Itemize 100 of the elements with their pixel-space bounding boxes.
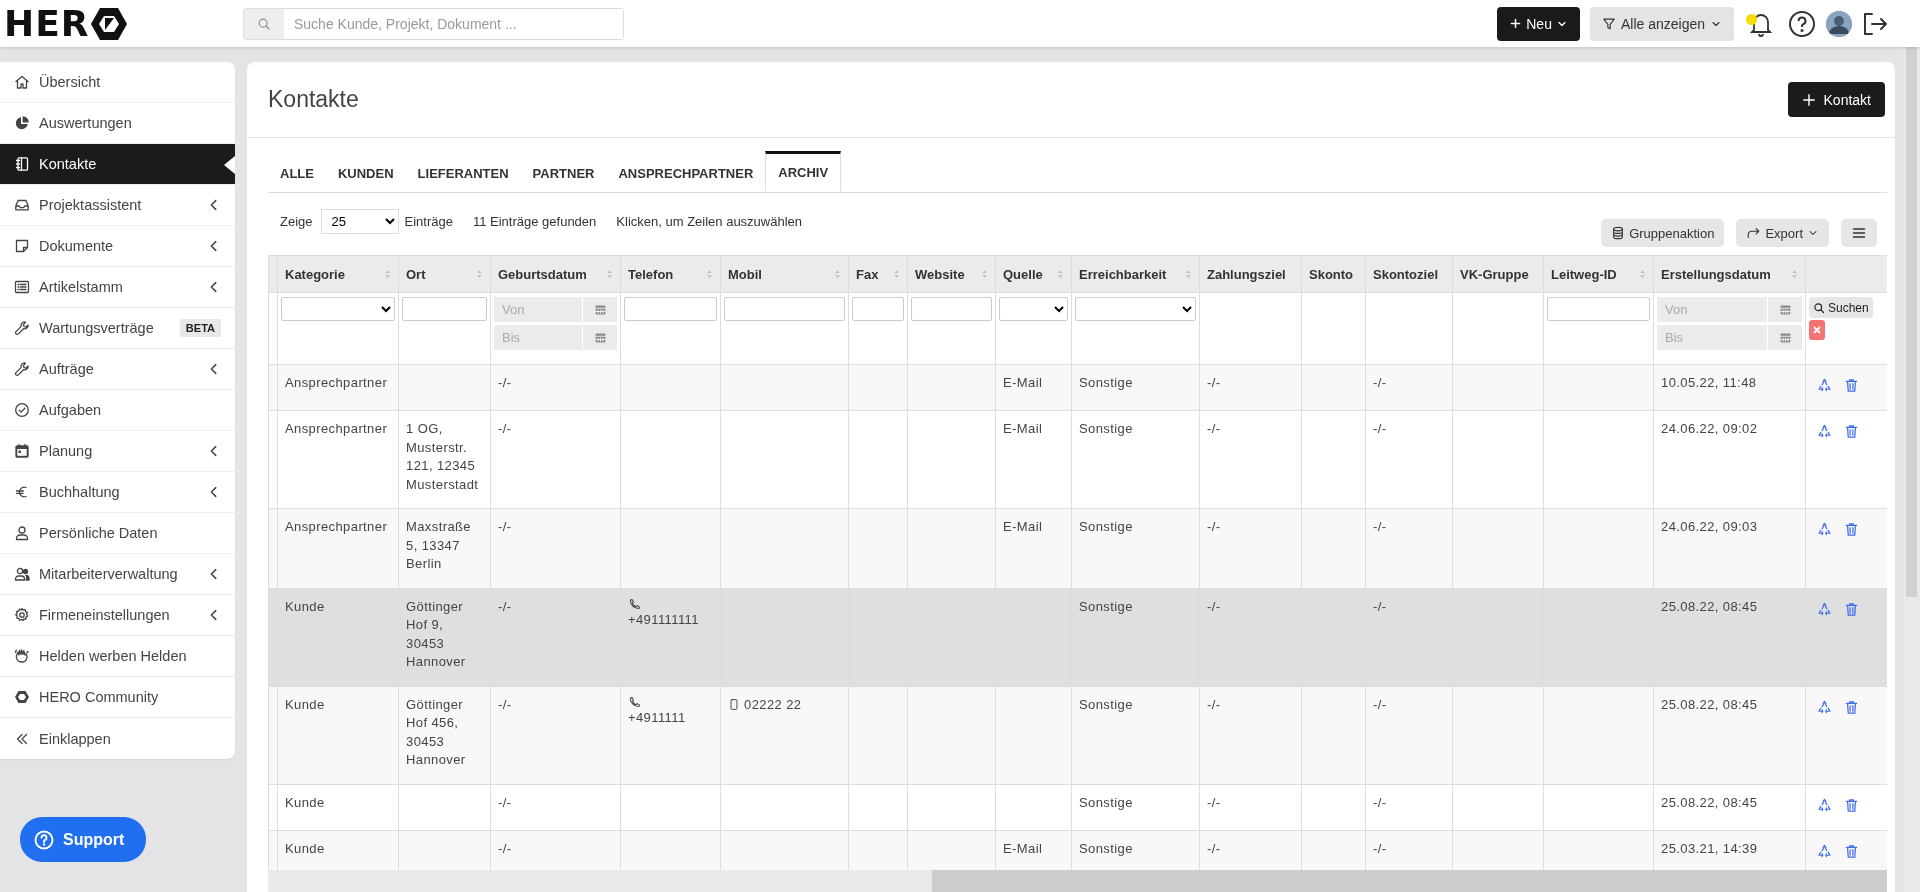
sidebar-item[interactable]: Übersicht [0, 62, 235, 103]
sort-icon[interactable] [383, 267, 392, 281]
menu-button[interactable] [1841, 219, 1877, 247]
sidebar-item[interactable]: HERO Community [0, 677, 235, 718]
sidebar-item[interactable]: Helden werben Helden [0, 636, 235, 677]
clear-filter-button[interactable] [1809, 320, 1825, 340]
sort-icon[interactable] [1638, 267, 1647, 281]
filter-field[interactable] [624, 297, 717, 321]
sidebar-item[interactable]: Aufgaben [0, 390, 235, 431]
filter-field[interactable] [402, 297, 487, 321]
column-header[interactable]: Telefon [620, 255, 721, 293]
sort-icon[interactable] [833, 267, 842, 281]
sort-icon[interactable] [705, 267, 714, 281]
scrollbar[interactable] [268, 870, 1887, 892]
sidebar-item[interactable]: Firmeneinstellungen [0, 595, 235, 636]
delete-button[interactable] [1844, 699, 1859, 715]
filter-field[interactable] [1547, 297, 1650, 321]
date-field[interactable]: Bis [494, 325, 582, 350]
wrench-icon [14, 361, 30, 377]
sidebar-item[interactable]: Persönliche Daten [0, 513, 235, 554]
sort-icon[interactable] [980, 267, 989, 281]
filter-field[interactable] [911, 297, 992, 321]
results-count: 11 Einträge gefunden [472, 214, 597, 229]
column-header[interactable]: Website [907, 255, 996, 293]
filter-dropdown[interactable] [281, 297, 395, 321]
column-header[interactable]: Leitweg-ID [1543, 255, 1654, 293]
sort-icon[interactable] [605, 267, 614, 281]
tab[interactable]: ALLE [268, 151, 326, 192]
search-icon [257, 16, 271, 31]
column-header[interactable]: Mobil [720, 255, 849, 293]
inbox-icon [14, 197, 30, 213]
sidebar-item[interactable]: Kontakte [0, 144, 235, 185]
export-button[interactable]: Export [1736, 219, 1829, 247]
new-button[interactable]: Neu [1497, 6, 1580, 41]
sort-icon[interactable] [1056, 267, 1065, 281]
filter-button[interactable]: Alle anzeigen [1589, 6, 1734, 41]
date-field[interactable]: Bis [1657, 325, 1767, 350]
logo-icon [14, 689, 30, 705]
filter-icon [1601, 16, 1616, 31]
restore-button[interactable] [1817, 378, 1832, 393]
table-cell: Sonstige [1071, 364, 1200, 411]
delete-button[interactable] [1844, 601, 1859, 617]
column-header[interactable]: Fax [848, 255, 908, 293]
column-header[interactable]: Erstellungsdatum [1653, 255, 1806, 293]
avatar-icon[interactable] [1826, 10, 1852, 37]
filter-field[interactable] [852, 297, 904, 321]
search-button[interactable]: Suchen [1809, 297, 1873, 318]
sidebar-item[interactable]: Artikelstamm [0, 267, 235, 308]
search-field[interactable]: Suche Kunde, Projekt, Dokument ... [243, 7, 624, 40]
filter-dropdown[interactable] [999, 297, 1068, 321]
date-field[interactable]: Von [494, 297, 582, 322]
support-button[interactable]: Support [20, 817, 147, 862]
scrollbar[interactable] [1903, 47, 1920, 892]
sidebar-item[interactable]: Dokumente [0, 226, 235, 267]
column-header[interactable]: Ort [398, 255, 491, 293]
sort-icon[interactable] [1184, 267, 1193, 281]
delete-button[interactable] [1844, 378, 1859, 393]
tab[interactable]: LIEFERANTEN [405, 151, 521, 192]
sidebar-item[interactable]: Aufträge [0, 349, 235, 390]
calendar-icon [593, 303, 607, 316]
sort-icon[interactable] [475, 267, 484, 281]
restore-button[interactable] [1817, 843, 1832, 859]
restore-button[interactable] [1817, 797, 1832, 813]
logout-icon[interactable] [1862, 11, 1888, 36]
delete-button[interactable] [1844, 797, 1859, 813]
tab[interactable]: PARTNER [520, 151, 607, 192]
filter-dropdown[interactable] [1075, 297, 1196, 321]
column-header[interactable]: Geburtsdatum [490, 255, 621, 293]
add-contact-button[interactable]: Kontakt [1787, 82, 1885, 117]
sort-icon[interactable] [892, 267, 901, 281]
restore-button[interactable] [1817, 601, 1832, 617]
tab[interactable]: ANSPRECHPARTNER [606, 151, 766, 192]
trash-icon [1844, 378, 1859, 393]
group-action-button[interactable]: Gruppenaktion [1601, 219, 1725, 247]
restore-button[interactable] [1817, 424, 1832, 439]
sidebar-item[interactable]: Buchhaltung [0, 472, 235, 513]
sidebar-item[interactable]: Projektassistent [0, 185, 235, 226]
recycle-icon [1817, 424, 1832, 439]
column-header[interactable]: Quelle [995, 255, 1072, 293]
euro-icon [14, 484, 30, 500]
restore-button[interactable] [1817, 522, 1832, 537]
page-size-dropdown[interactable]: 25 [320, 209, 399, 234]
help-icon[interactable] [1788, 9, 1816, 38]
sidebar-item[interactable]: Einklappen [0, 718, 235, 759]
sidebar-item[interactable]: Wartungsverträge BETA [0, 308, 235, 349]
delete-button[interactable] [1844, 843, 1859, 859]
delete-button[interactable] [1844, 522, 1859, 537]
column-header[interactable]: Kategorie [277, 255, 399, 293]
sidebar-item[interactable]: Mitarbeiterverwaltung [0, 554, 235, 595]
date-field[interactable]: Von [1657, 297, 1767, 322]
restore-button[interactable] [1817, 699, 1832, 715]
column-header[interactable]: Erreichbarkeit [1071, 255, 1200, 293]
filter-field[interactable] [724, 297, 845, 321]
delete-button[interactable] [1844, 424, 1859, 439]
column-header: Skonto [1301, 255, 1366, 293]
sort-icon[interactable] [1790, 267, 1799, 281]
table-cell: Kunde [277, 588, 399, 686]
sidebar-item[interactable]: Planung [0, 431, 235, 472]
tab[interactable]: KUNDEN [325, 151, 406, 192]
tab[interactable]: ARCHIV [765, 151, 842, 192]
